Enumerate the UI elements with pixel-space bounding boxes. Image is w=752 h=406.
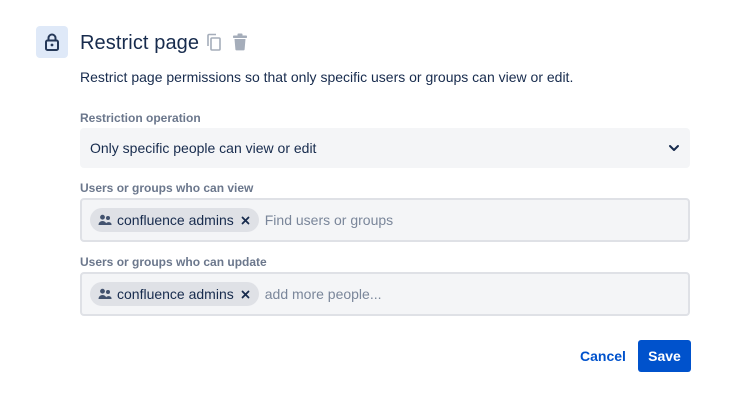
view-label: Users or groups who can view xyxy=(80,181,254,195)
view-chip-label: confluence admins xyxy=(117,212,234,228)
update-picker[interactable]: confluence admins xyxy=(80,272,690,316)
view-picker[interactable]: confluence admins xyxy=(80,198,690,242)
chevron-down-icon xyxy=(668,144,680,152)
close-icon[interactable] xyxy=(239,287,253,301)
restriction-selected-value: Only specific people can view or edit xyxy=(90,140,317,156)
update-search-input[interactable] xyxy=(262,282,680,306)
lock-icon-graphic xyxy=(45,33,59,51)
restriction-select[interactable]: Only specific people can view or edit xyxy=(80,128,690,168)
close-icon[interactable] xyxy=(239,213,253,227)
save-button[interactable]: Save xyxy=(638,340,691,372)
copy-icon[interactable] xyxy=(204,32,224,52)
restriction-label: Restriction operation xyxy=(80,111,201,125)
group-icon xyxy=(98,288,112,300)
view-search-input[interactable] xyxy=(262,208,680,232)
restrict-page-dialog: Restrict page Restrict page permissions … xyxy=(0,0,752,406)
update-chip-label: confluence admins xyxy=(117,286,234,302)
dialog-title: Restrict page xyxy=(80,32,200,54)
group-icon xyxy=(98,214,112,226)
dialog-description: Restrict page permissions so that only s… xyxy=(80,69,574,85)
update-chip: confluence admins xyxy=(90,282,259,306)
title-actions xyxy=(204,32,250,52)
cancel-button[interactable]: Cancel xyxy=(572,340,634,372)
lock-icon xyxy=(36,26,68,58)
trash-icon[interactable] xyxy=(230,32,250,52)
update-label: Users or groups who can update xyxy=(80,255,267,269)
view-chip: confluence admins xyxy=(90,208,259,232)
